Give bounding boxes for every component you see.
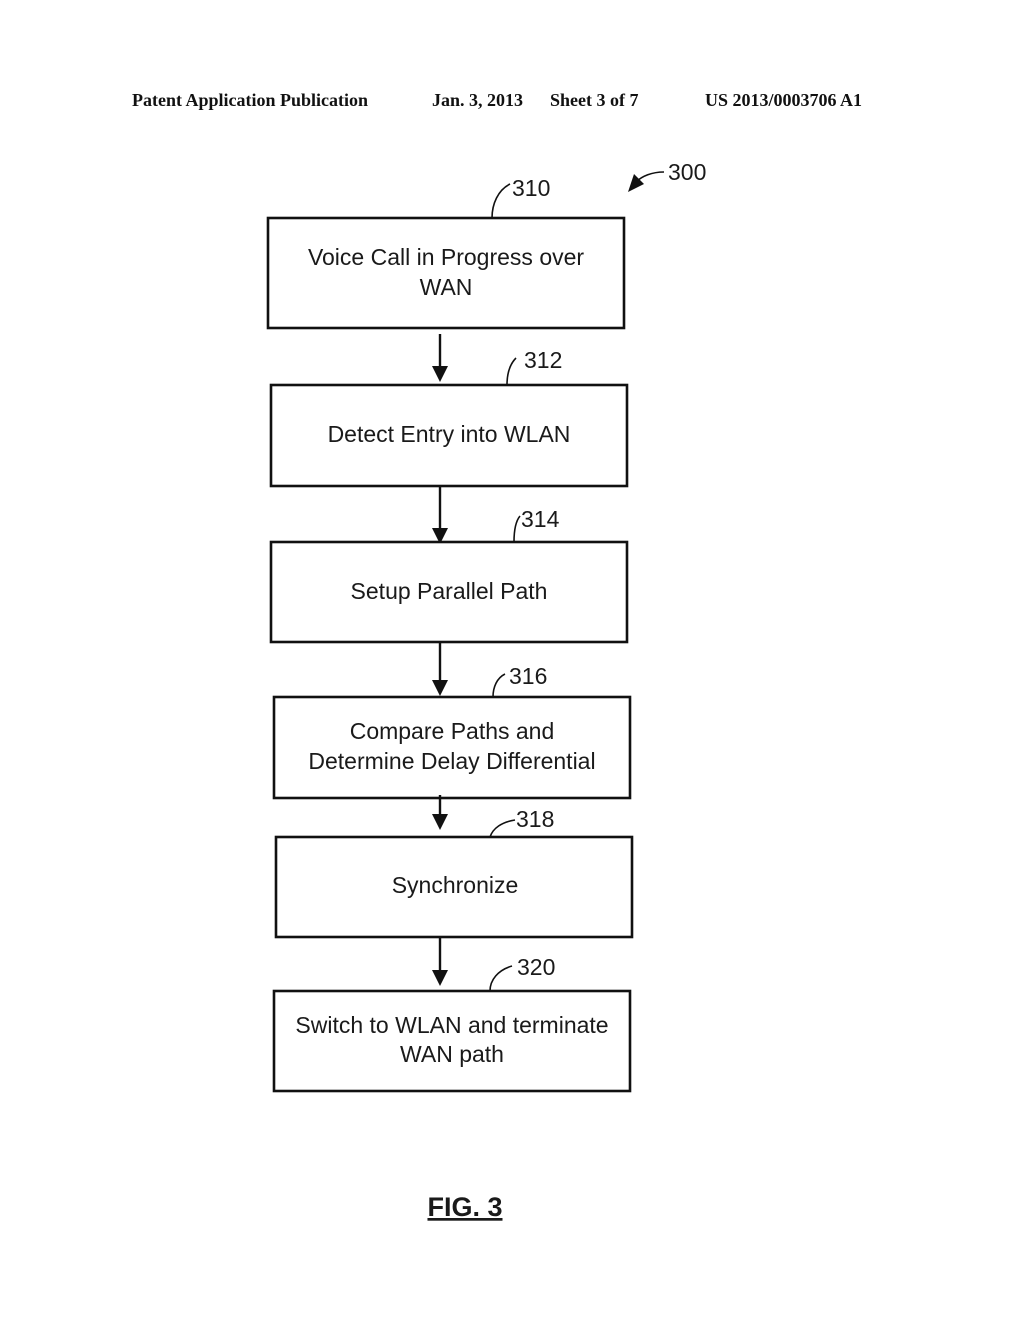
ref-leader (492, 673, 506, 698)
step-ref-label: 310 (512, 175, 550, 201)
step-text-line: WAN path (400, 1041, 504, 1067)
step-text-line: Voice Call in Progress over (308, 244, 584, 270)
arrow-down-icon (432, 970, 448, 986)
flow-arrow (432, 643, 448, 696)
arrow-down-icon (432, 680, 448, 696)
step-box (266, 216, 626, 330)
step-text-line: WAN (420, 274, 473, 300)
step-text-line: Switch to WLAN and terminate (295, 1012, 608, 1038)
flow-arrow (432, 487, 448, 544)
ref-leader (489, 965, 513, 992)
figure-ref-300: 300 (628, 159, 706, 192)
flow-arrow (432, 334, 448, 382)
step-ref-label: 318 (516, 806, 554, 832)
flow-arrow (432, 795, 448, 830)
step-320: Switch to WLAN and terminate WAN path 32… (272, 954, 632, 1093)
step-ref-label: 314 (521, 506, 560, 532)
flowchart: 300 Voice Call in Progress over WAN 310 … (266, 159, 706, 1222)
step-316: Compare Paths and Determine Delay Differ… (272, 663, 632, 800)
arrow-down-icon (432, 366, 448, 382)
step-text-line: Synchronize (392, 872, 519, 898)
step-ref-label: 320 (517, 954, 555, 980)
ref-leader (489, 819, 516, 838)
figure-ref-label: 300 (668, 159, 706, 185)
flow-arrow (432, 938, 448, 986)
ref-leader (491, 183, 511, 219)
step-ref-label: 312 (524, 347, 562, 373)
step-310: Voice Call in Progress over WAN 310 (266, 175, 626, 330)
ref-leader (513, 515, 521, 543)
step-ref-label: 316 (509, 663, 547, 689)
step-text-line: Setup Parallel Path (351, 578, 548, 604)
step-318: Synchronize 318 (274, 806, 634, 939)
step-text-line: Compare Paths and (350, 718, 555, 744)
arrow-down-icon (432, 814, 448, 830)
step-text-line: Detect Entry into WLAN (328, 421, 571, 447)
step-314: Setup Parallel Path 314 (269, 506, 629, 644)
figure-label: FIG. 3 (427, 1192, 502, 1222)
ref-leader (506, 357, 517, 386)
step-312: Detect Entry into WLAN 312 (269, 347, 629, 488)
step-text-line: Determine Delay Differential (308, 748, 595, 774)
